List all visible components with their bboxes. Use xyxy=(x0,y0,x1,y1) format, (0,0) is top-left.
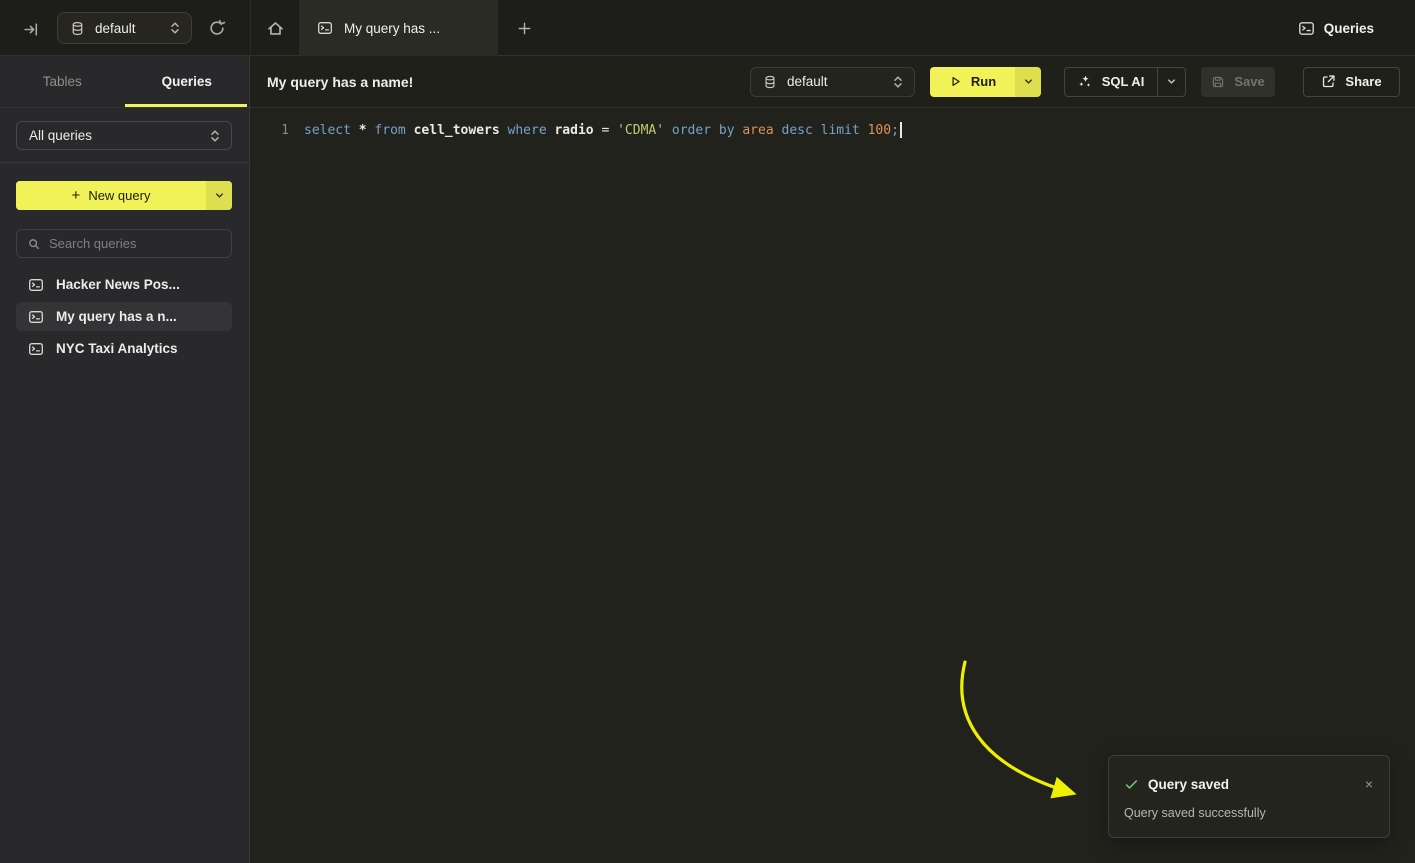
save-button-main: Save xyxy=(1201,67,1275,97)
topbar: default xyxy=(0,0,1415,56)
save-label: Save xyxy=(1234,74,1264,89)
sql-ai-label: SQL AI xyxy=(1102,74,1145,89)
check-icon xyxy=(1124,777,1139,792)
code-token: area xyxy=(742,123,781,138)
tab-strip: My query has ... xyxy=(250,0,550,56)
sql-ai-button[interactable]: SQL AI xyxy=(1064,67,1186,97)
filter-select-value: All queries xyxy=(19,128,209,143)
run-label: Run xyxy=(971,74,996,89)
play-icon xyxy=(949,75,962,88)
line-number: 1 xyxy=(266,121,289,140)
new-tab-button[interactable] xyxy=(498,0,550,56)
refresh-button[interactable] xyxy=(205,16,229,40)
database-select-value: default xyxy=(777,74,892,89)
query-terminal-icon xyxy=(317,20,333,36)
plus-icon xyxy=(517,21,532,36)
share-button-main: Share xyxy=(1304,68,1399,96)
main-panel: My query has a name! default xyxy=(250,56,1415,863)
new-query-main: + New query xyxy=(16,181,206,210)
new-query-label: New query xyxy=(88,188,150,203)
query-item-label: My query has a n... xyxy=(56,309,177,324)
search-queries-box xyxy=(16,229,232,258)
code-token: desc limit xyxy=(782,123,868,138)
tab-tables[interactable]: Tables xyxy=(0,56,125,107)
query-terminal-icon xyxy=(28,341,44,357)
sql-ai-dropdown[interactable] xyxy=(1157,68,1185,96)
save-button[interactable]: Save xyxy=(1201,67,1275,97)
query-list-item[interactable]: NYC Taxi Analytics xyxy=(16,334,232,363)
query-list-item-selected[interactable]: My query has a n... xyxy=(16,302,232,331)
share-icon xyxy=(1321,74,1336,89)
code-token: select xyxy=(304,123,359,138)
chevron-updown-icon xyxy=(209,129,221,143)
query-toolbar: My query has a name! default xyxy=(250,56,1415,108)
code-token: = xyxy=(601,123,617,138)
sidebar: Tables Queries All queries + New query xyxy=(0,56,250,863)
code-token: cell_towers xyxy=(414,123,508,138)
code-token: from xyxy=(374,123,413,138)
query-terminal-icon xyxy=(28,277,44,293)
toolbar-database-select[interactable]: default xyxy=(750,67,915,97)
query-list-item[interactable]: Hacker News Pos... xyxy=(16,270,232,299)
query-item-label: NYC Taxi Analytics xyxy=(56,341,178,356)
queries-filter-select[interactable]: All queries xyxy=(16,121,232,150)
chevron-down-icon xyxy=(1023,76,1034,87)
tab-my-query[interactable]: My query has ... xyxy=(299,0,498,56)
query-terminal-icon xyxy=(28,309,44,325)
new-query-dropdown[interactable] xyxy=(206,181,232,210)
code-token: 100 xyxy=(868,123,891,138)
database-icon xyxy=(763,75,777,89)
text-cursor xyxy=(900,122,902,138)
queries-panel-label: Queries xyxy=(1324,21,1374,36)
share-label: Share xyxy=(1345,74,1381,89)
chevron-updown-icon xyxy=(169,21,181,35)
sidebar-divider xyxy=(0,162,250,163)
code-token: * xyxy=(359,123,375,138)
query-item-label: Hacker News Pos... xyxy=(56,277,180,292)
chevron-updown-icon xyxy=(892,75,904,89)
code-token: radio xyxy=(554,123,601,138)
toast-close-button[interactable]: × xyxy=(1363,775,1375,793)
query-title: My query has a name! xyxy=(267,74,750,90)
sparkles-icon xyxy=(1078,74,1093,89)
collapse-sidebar-button[interactable] xyxy=(20,18,42,40)
toast-message: Query saved successfully xyxy=(1109,793,1389,820)
search-queries-input[interactable] xyxy=(49,236,221,251)
tab-queries[interactable]: Queries xyxy=(125,56,250,107)
code-token: where xyxy=(508,123,555,138)
home-icon xyxy=(266,19,285,38)
queries-panel-button[interactable]: Queries xyxy=(1298,14,1374,42)
run-button[interactable]: Run xyxy=(930,67,1041,97)
toast-query-saved: Query saved × Query saved successfully xyxy=(1108,755,1390,838)
database-select-value: default xyxy=(85,21,169,36)
sidebar-tabs: Tables Queries xyxy=(0,56,249,108)
plus-icon: + xyxy=(72,188,81,203)
query-list: Hacker News Pos... My query has a n... N… xyxy=(16,270,232,366)
code-token: 'CDMA' xyxy=(617,123,672,138)
topbar-database-select[interactable]: default xyxy=(57,12,192,44)
refresh-icon xyxy=(208,19,226,37)
share-button[interactable]: Share xyxy=(1303,67,1400,97)
code-token: ; xyxy=(891,123,899,138)
sql-editor[interactable]: 1 select * from cell_towers where radio … xyxy=(250,108,1415,863)
search-icon xyxy=(27,237,41,251)
home-tab-button[interactable] xyxy=(251,0,299,56)
toast-title: Query saved xyxy=(1148,777,1354,792)
run-dropdown[interactable] xyxy=(1015,67,1041,97)
chevron-down-icon xyxy=(214,190,225,201)
code-token: order by xyxy=(672,123,742,138)
toast-header: Query saved × xyxy=(1109,756,1389,793)
queries-terminal-icon xyxy=(1298,20,1315,37)
new-query-button[interactable]: + New query xyxy=(16,181,232,210)
sql-ai-main: SQL AI xyxy=(1065,68,1157,96)
run-button-main: Run xyxy=(930,67,1015,97)
code-line: 1 select * from cell_towers where radio … xyxy=(250,108,1415,140)
sql-code: select * from cell_towers where radio = … xyxy=(304,121,902,140)
save-icon xyxy=(1211,75,1225,89)
database-icon xyxy=(70,21,85,36)
active-tab-underline xyxy=(125,104,247,107)
chevron-down-icon xyxy=(1166,76,1177,87)
expand-sidebar-icon xyxy=(23,21,40,38)
tab-label: My query has ... xyxy=(344,21,440,36)
